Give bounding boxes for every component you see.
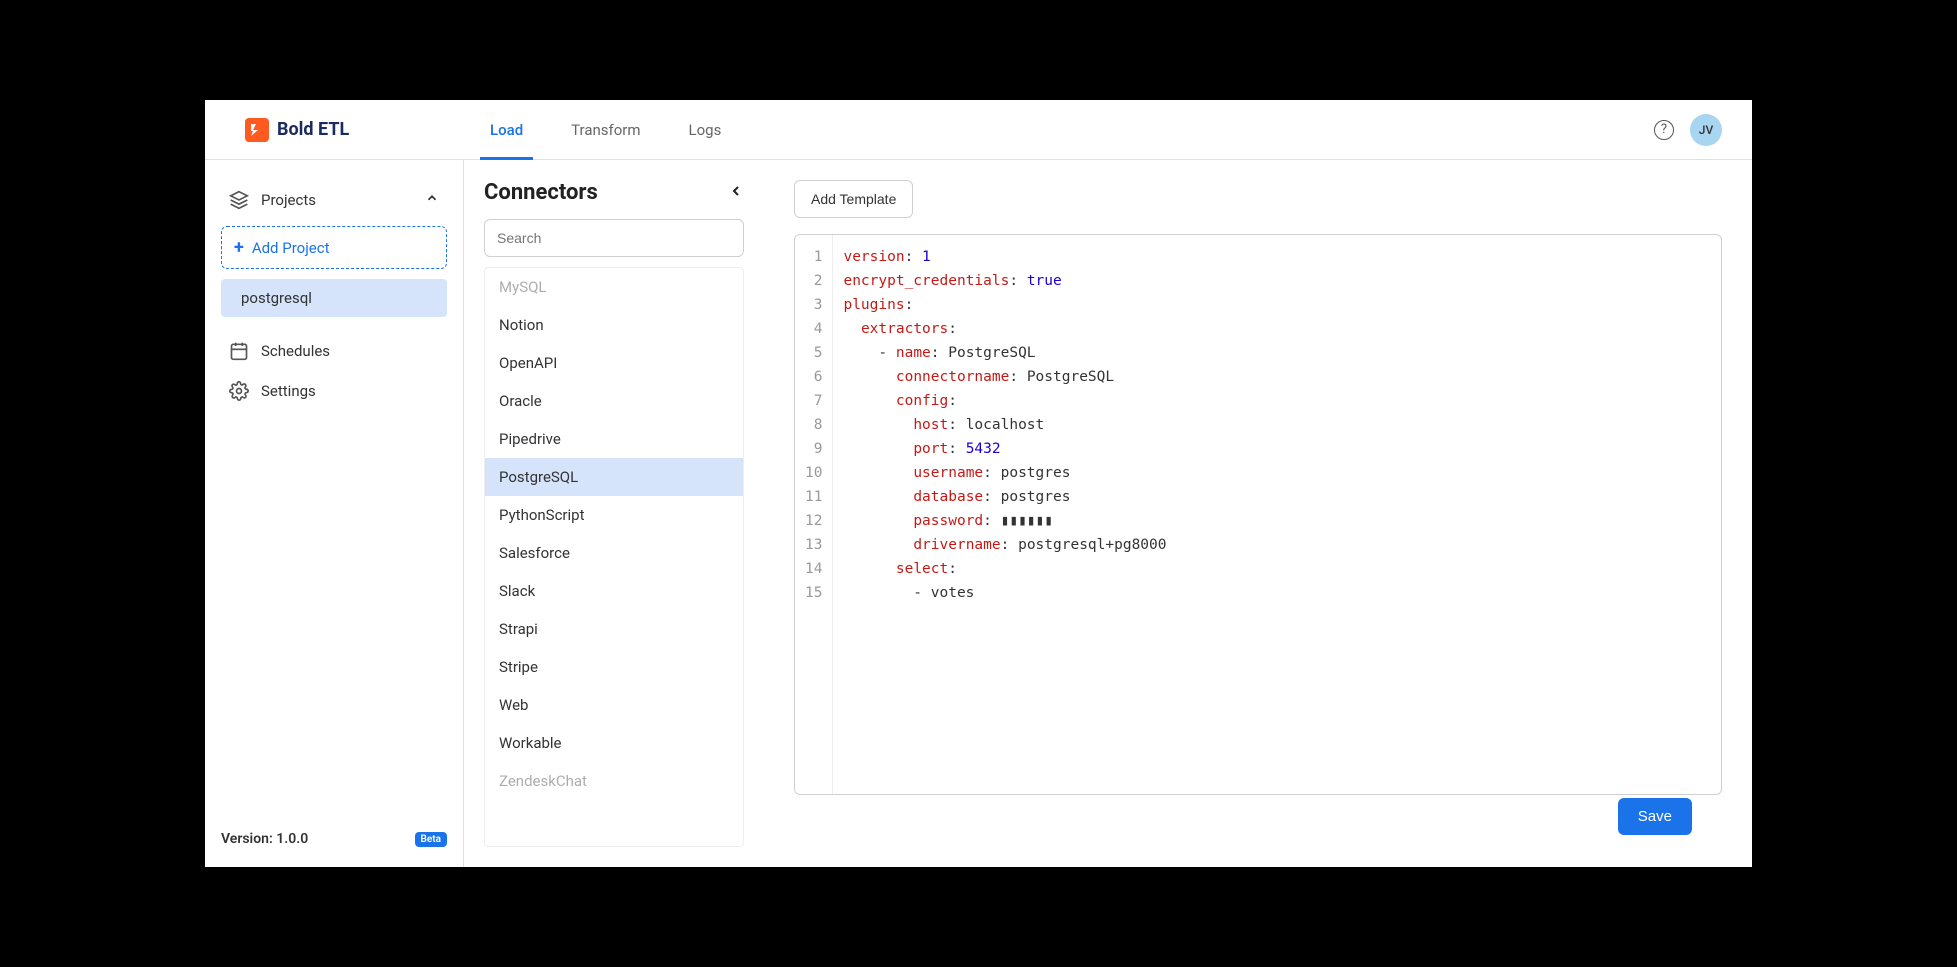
connector-item[interactable]: Strapi xyxy=(485,610,743,648)
connector-item[interactable]: OpenAPI xyxy=(485,344,743,382)
connector-item[interactable]: Oracle xyxy=(485,382,743,420)
project-item-postgresql[interactable]: postgresql xyxy=(221,279,447,317)
add-project-button[interactable]: + Add Project xyxy=(221,226,447,269)
connector-item[interactable]: PostgreSQL xyxy=(485,458,743,496)
code-content[interactable]: version: 1 encrypt_credentials: true plu… xyxy=(833,235,1721,794)
connector-item[interactable]: PythonScript xyxy=(485,496,743,534)
beta-badge: Beta xyxy=(415,832,447,847)
add-template-button[interactable]: Add Template xyxy=(794,180,913,218)
save-button[interactable]: Save xyxy=(1618,798,1692,835)
connector-item[interactable]: ZendeskChat xyxy=(485,762,743,800)
connector-item[interactable]: Notion xyxy=(485,306,743,344)
connector-item[interactable]: Salesforce xyxy=(485,534,743,572)
logo-icon xyxy=(245,118,269,142)
app-name: Bold ETL xyxy=(277,119,349,140)
projects-label: Projects xyxy=(261,191,316,209)
connector-list[interactable]: MySQLNotionOpenAPIOraclePipedrivePostgre… xyxy=(484,267,744,847)
search-input[interactable] xyxy=(484,219,744,257)
version-label: Version: 1.0.0 xyxy=(221,831,308,847)
calendar-icon xyxy=(229,341,249,361)
connector-item[interactable]: MySQL xyxy=(485,268,743,306)
logo: Bold ETL xyxy=(205,118,464,142)
line-gutter: 123456789101112131415 xyxy=(795,235,833,794)
tab-load[interactable]: Load xyxy=(490,100,523,159)
connector-item[interactable]: Web xyxy=(485,686,743,724)
code-editor[interactable]: 123456789101112131415 version: 1 encrypt… xyxy=(794,234,1722,795)
tab-transform[interactable]: Transform xyxy=(571,100,640,159)
connector-item[interactable]: Pipedrive xyxy=(485,420,743,458)
chevron-up-icon xyxy=(425,191,439,209)
avatar[interactable]: JV xyxy=(1690,114,1722,146)
gear-icon xyxy=(229,381,249,401)
layers-icon xyxy=(229,190,249,210)
connectors-title: Connectors xyxy=(484,180,598,205)
sidebar-schedules[interactable]: Schedules xyxy=(221,331,447,371)
sidebar-settings[interactable]: Settings xyxy=(221,371,447,411)
tab-logs[interactable]: Logs xyxy=(689,100,722,159)
collapse-icon[interactable] xyxy=(728,183,744,203)
help-icon[interactable]: ? xyxy=(1654,120,1674,140)
plus-icon: + xyxy=(234,237,244,258)
connector-item[interactable]: Slack xyxy=(485,572,743,610)
connector-item[interactable]: Workable xyxy=(485,724,743,762)
sidebar-projects[interactable]: Projects xyxy=(221,180,447,220)
connector-item[interactable]: Stripe xyxy=(485,648,743,686)
